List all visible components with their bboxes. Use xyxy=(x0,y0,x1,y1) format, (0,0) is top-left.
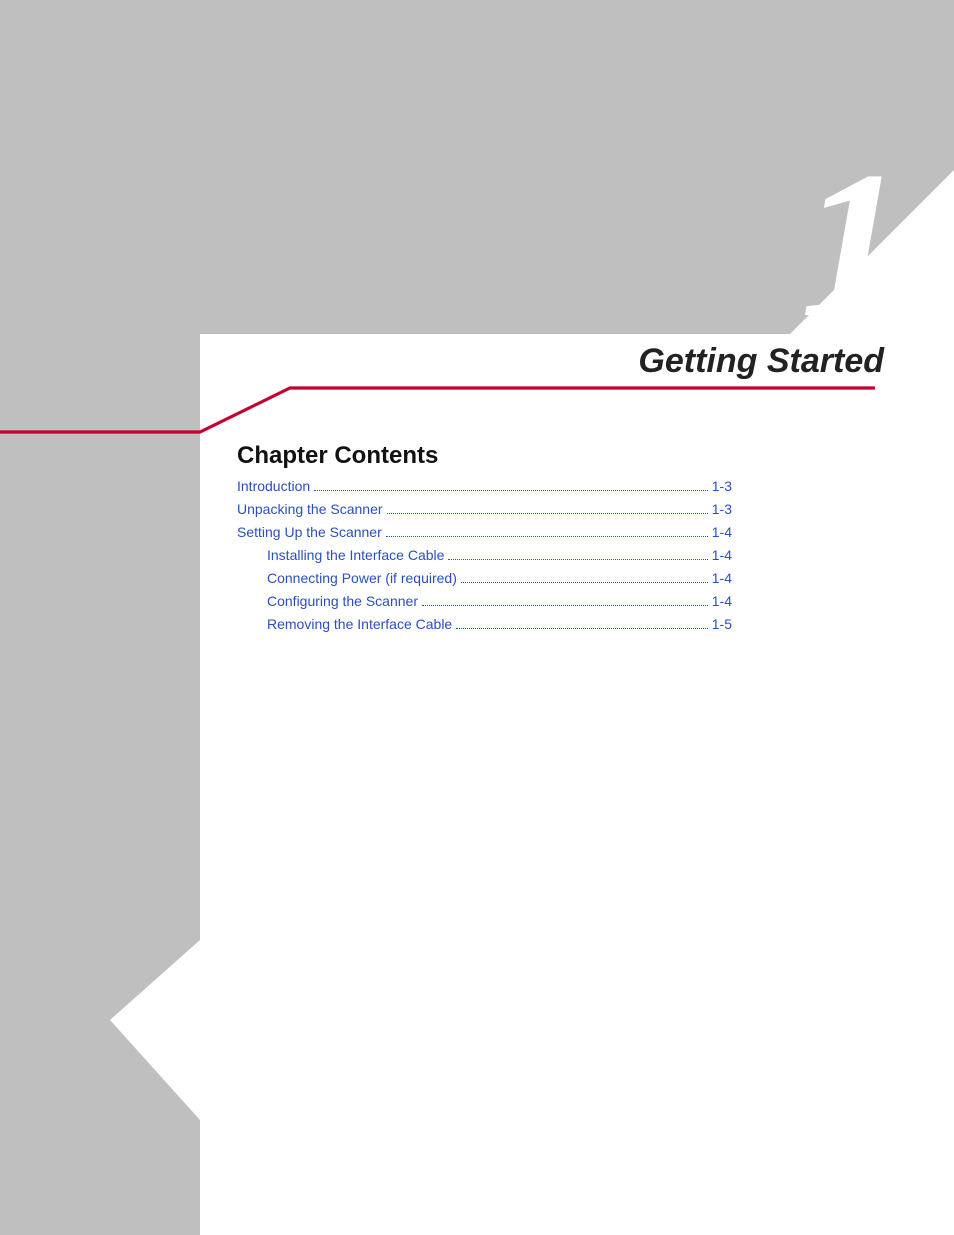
toc-entry-page: 1-5 xyxy=(712,616,732,632)
toc-entry[interactable]: Connecting Power (if required) 1-4 xyxy=(237,570,732,586)
left-grey-block xyxy=(0,334,200,1235)
document-page: 1 Getting Started Chapter Contents Intro… xyxy=(0,0,954,1235)
toc-entry[interactable]: Setting Up the Scanner 1-4 xyxy=(237,524,732,540)
toc-entry-label: Configuring the Scanner xyxy=(267,593,418,609)
toc-entry-label: Connecting Power (if required) xyxy=(267,570,457,586)
chapter-number: 1 xyxy=(800,140,899,350)
toc-entry-page: 1-4 xyxy=(712,547,732,563)
toc-leader-dots xyxy=(422,594,708,606)
toc-entry-label: Setting Up the Scanner xyxy=(237,524,382,540)
toc-entry-page: 1-4 xyxy=(712,524,732,540)
toc-entry[interactable]: Configuring the Scanner 1-4 xyxy=(237,593,732,609)
toc-entry-label: Introduction xyxy=(237,478,310,494)
toc-leader-dots xyxy=(461,571,708,583)
toc-leader-dots xyxy=(448,548,707,560)
toc-entry[interactable]: Unpacking the Scanner 1-3 xyxy=(237,501,732,517)
toc-leader-dots xyxy=(387,502,708,514)
toc-entry-page: 1-4 xyxy=(712,593,732,609)
toc-entry-page: 1-3 xyxy=(712,501,732,517)
toc-entry-label: Unpacking the Scanner xyxy=(237,501,383,517)
chapter-contents-toc: Introduction 1-3 Unpacking the Scanner 1-3 S… xyxy=(237,478,732,639)
toc-entry[interactable]: Introduction 1-3 xyxy=(237,478,732,494)
toc-entry-page: 1-3 xyxy=(712,478,732,494)
chapter-title: Getting Started xyxy=(638,342,884,381)
toc-entry[interactable]: Removing the Interface Cable 1-5 xyxy=(237,616,732,632)
toc-leader-dots xyxy=(314,479,708,491)
toc-leader-dots xyxy=(456,617,708,629)
toc-leader-dots xyxy=(386,525,708,537)
toc-entry-label: Removing the Interface Cable xyxy=(267,616,452,632)
toc-entry-page: 1-4 xyxy=(712,570,732,586)
section-heading: Chapter Contents xyxy=(237,442,438,470)
toc-entry-label: Installing the Interface Cable xyxy=(267,547,444,563)
toc-entry[interactable]: Installing the Interface Cable 1-4 xyxy=(237,547,732,563)
